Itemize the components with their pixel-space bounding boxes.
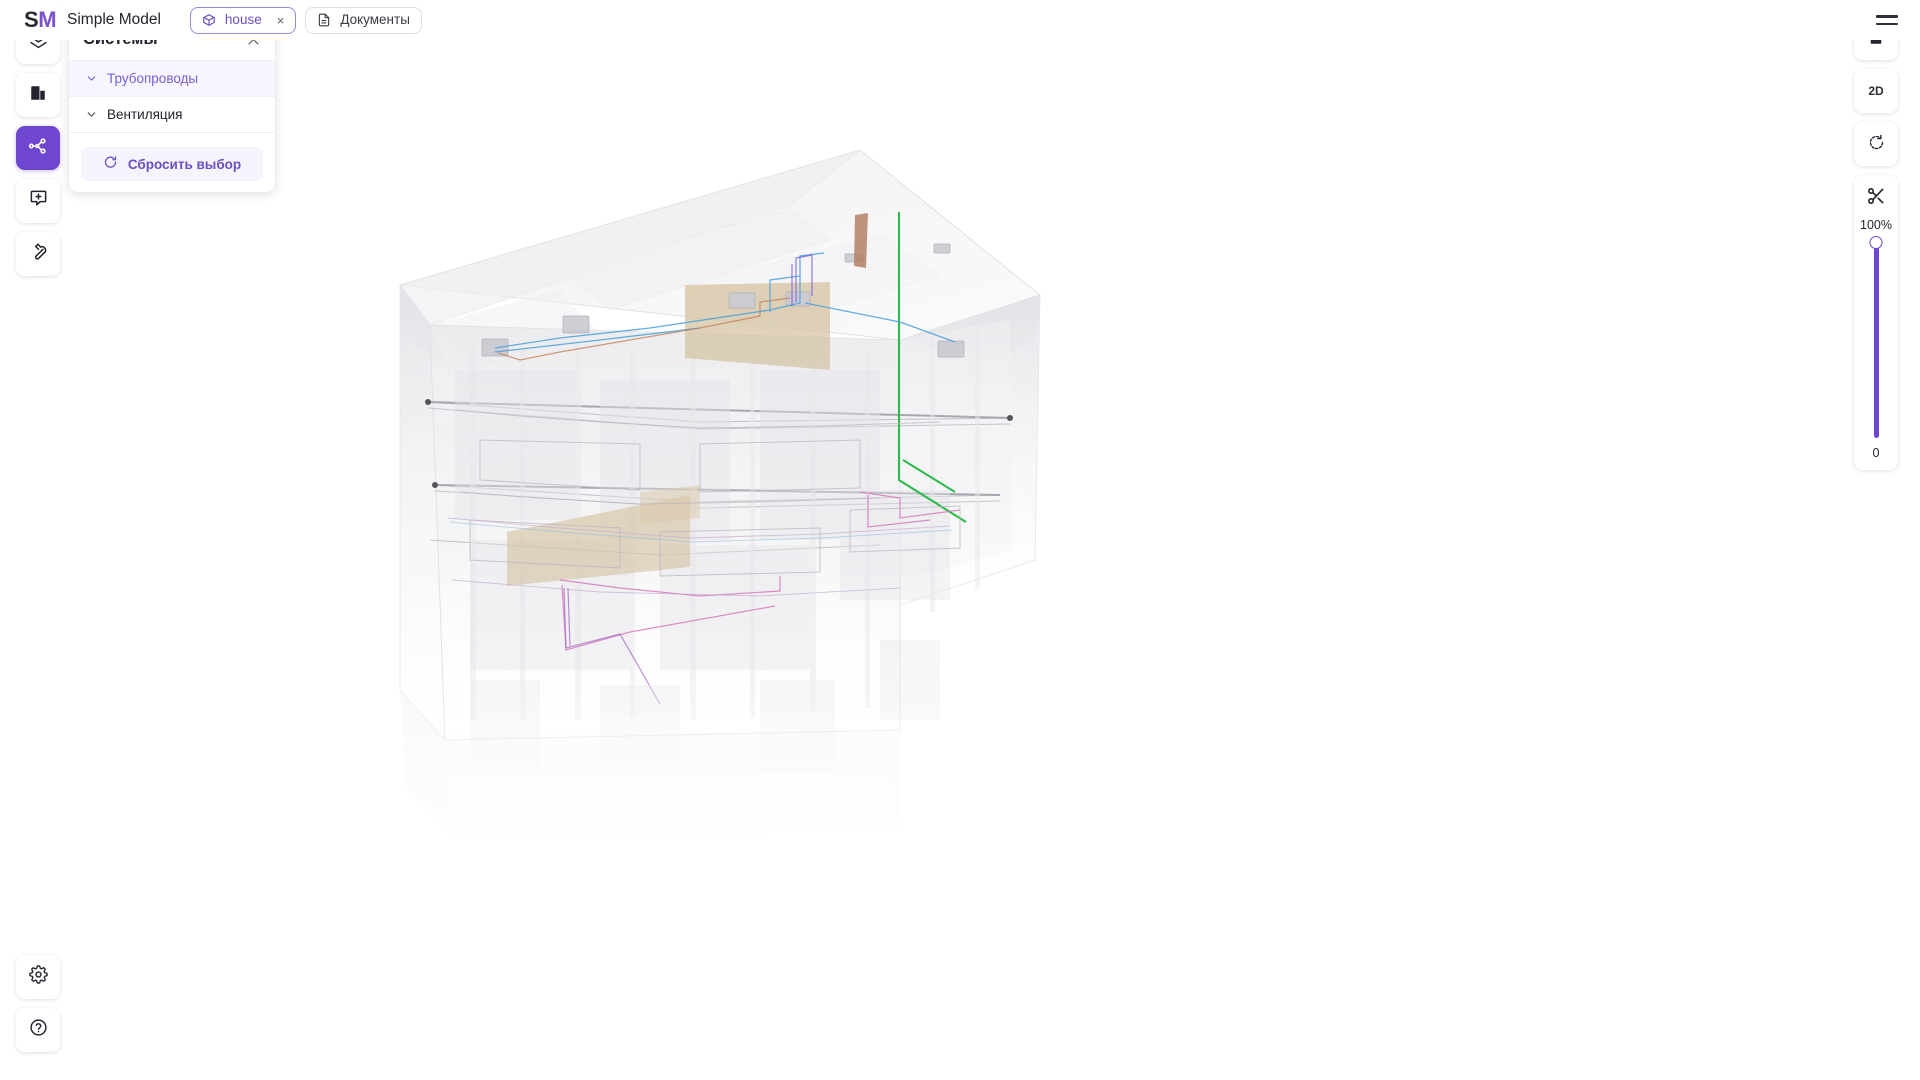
clipping-max-label: 100% [1860, 218, 1892, 232]
building-3d-model[interactable] [0, 40, 1920, 1080]
sidebar-item-systems[interactable] [16, 126, 60, 170]
system-group-ventilation-label: Вентиляция [107, 107, 183, 122]
clipping-slider-thumb[interactable] [1869, 236, 1883, 249]
hamburger-menu-icon[interactable] [1876, 10, 1898, 30]
chevron-down-icon[interactable] [85, 108, 98, 121]
right-toolbar: 2D 100% 0 [1854, 16, 1898, 470]
settings-button[interactable] [16, 955, 60, 999]
view-2d-button[interactable]: 2D [1854, 69, 1898, 113]
systems-group-list: Трубопроводы Вентиляция [69, 60, 275, 133]
hamburger-line [1876, 15, 1898, 18]
refresh-icon [103, 155, 118, 173]
brand-initial-second: M [38, 7, 57, 32]
tab-bar: house × Документы [189, 6, 422, 34]
left-toolbar-bottom [16, 955, 60, 1052]
sidebar-item-tools[interactable] [16, 232, 60, 276]
reset-rotation-button[interactable] [1854, 122, 1898, 166]
help-circle-icon [29, 1018, 48, 1042]
clipping-min-label: 0 [1872, 446, 1880, 460]
add-comment-icon [29, 189, 48, 213]
wrench-icon [29, 242, 48, 266]
app-header: SM Simple Model house × Документы [0, 0, 1920, 40]
systems-panel: Системы Трубопроводы Вентиляция Сбросить… [69, 16, 275, 192]
model-canvas [330, 149, 1130, 870]
chevron-down-icon[interactable] [85, 72, 98, 85]
tab-house-close-icon[interactable]: × [277, 14, 285, 27]
box-model-icon [202, 13, 216, 27]
sidebar-item-building[interactable] [16, 73, 60, 117]
brand-name: Simple Model [67, 11, 161, 28]
system-group-ventilation[interactable]: Вентиляция [69, 97, 275, 133]
tab-documents[interactable]: Документы [305, 6, 422, 34]
clipping-plane-control: 100% 0 [1854, 175, 1898, 470]
model-viewport[interactable] [0, 40, 1920, 1080]
reset-selection-wrap: Сбросить выбор [69, 133, 275, 183]
hamburger-line [1876, 22, 1898, 25]
brand: SM Simple Model [0, 9, 161, 31]
tab-house-label: house [224, 12, 262, 28]
brand-logo: SM [24, 7, 57, 32]
brand-initial-first: S [24, 7, 39, 32]
tab-documents-label: Документы [340, 12, 410, 28]
text-2d-label: 2D [1868, 84, 1884, 98]
tab-house[interactable]: house × [189, 6, 297, 34]
left-toolbar [16, 20, 60, 276]
help-button[interactable] [16, 1008, 60, 1052]
system-group-pipelines-label: Трубопроводы [107, 71, 199, 86]
systems-sitemap-icon [28, 136, 48, 161]
rotate-ccw-icon [1868, 134, 1885, 154]
reset-selection-label: Сбросить выбор [127, 156, 242, 172]
gear-icon [28, 965, 48, 989]
clipping-slider[interactable] [1869, 236, 1883, 438]
scissors-icon[interactable] [1866, 186, 1886, 211]
document-icon [317, 13, 331, 27]
building-icon [29, 84, 47, 107]
reset-selection-button[interactable]: Сбросить выбор [81, 147, 263, 181]
system-group-pipelines[interactable]: Трубопроводы [69, 61, 275, 97]
sidebar-item-add-comment[interactable] [16, 179, 60, 223]
